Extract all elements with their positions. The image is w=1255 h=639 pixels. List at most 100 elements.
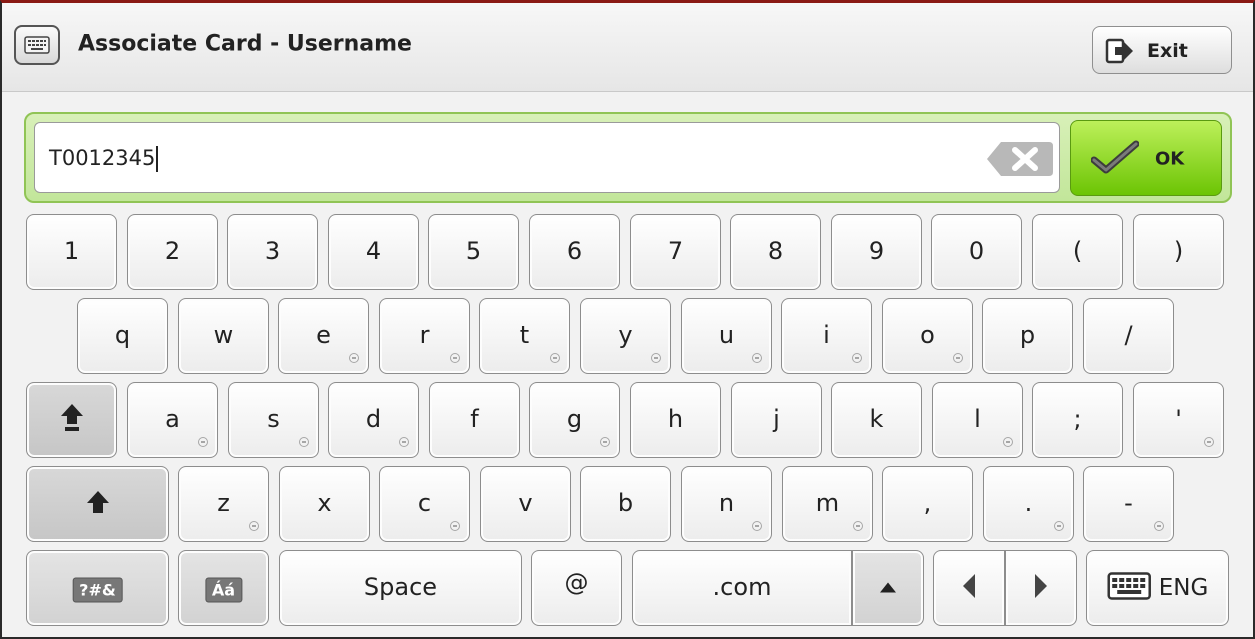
- key-0-5[interactable]: 6: [529, 214, 620, 290]
- key-2-0[interactable]: a: [127, 382, 218, 458]
- key-0-1[interactable]: 2: [127, 214, 218, 290]
- key-3-2[interactable]: c: [379, 466, 470, 542]
- space-key-label: Space: [363, 572, 438, 601]
- exit-button[interactable]: Exit: [1092, 26, 1232, 74]
- key-1-10[interactable]: /: [1083, 298, 1174, 374]
- key-0-9[interactable]: 0: [931, 214, 1022, 290]
- key-0-4[interactable]: 5: [428, 214, 519, 290]
- input-value-text: T0012345: [49, 146, 156, 170]
- key-label: -: [1124, 488, 1133, 517]
- exit-label: Exit: [1147, 40, 1188, 62]
- space-key[interactable]: Space: [279, 550, 522, 626]
- key-0-8[interactable]: 9: [831, 214, 922, 290]
- language-label: ENG: [1158, 575, 1209, 601]
- key-label: ': [1175, 404, 1182, 433]
- accent-indicator-icon: [953, 353, 963, 363]
- right-arrow-key[interactable]: [1005, 550, 1077, 626]
- key-label: p: [1019, 320, 1036, 349]
- left-arrow-icon: [962, 573, 976, 603]
- key-1-0[interactable]: q: [77, 298, 168, 374]
- symbols-key[interactable]: ?#&: [26, 550, 169, 626]
- key-1-3[interactable]: r: [379, 298, 470, 374]
- left-arrow-key[interactable]: [933, 550, 1005, 626]
- key-1-8[interactable]: o: [882, 298, 973, 374]
- key-3-4[interactable]: b: [580, 466, 671, 542]
- key-3-7[interactable]: ,: [882, 466, 973, 542]
- key-3-1[interactable]: x: [279, 466, 370, 542]
- key-0-7[interactable]: 8: [730, 214, 821, 290]
- accent-indicator-icon: [1154, 521, 1164, 531]
- key-2-3[interactable]: f: [429, 382, 520, 458]
- key-1-5[interactable]: y: [580, 298, 671, 374]
- title-bar: Associate Card - Username Exit: [2, 3, 1253, 92]
- key-0-2[interactable]: 3: [227, 214, 318, 290]
- key-label: l: [974, 404, 981, 433]
- username-input[interactable]: T0012345: [34, 122, 1060, 193]
- key-3-0[interactable]: z: [178, 466, 269, 542]
- key-1-9[interactable]: p: [982, 298, 1073, 374]
- key-label: v: [518, 488, 533, 517]
- caps-lock-icon: [60, 402, 84, 438]
- key-2-9[interactable]: ;: [1032, 382, 1123, 458]
- accents-key[interactable]: Áá: [178, 550, 269, 626]
- key-label: h: [667, 404, 684, 433]
- accent-indicator-icon: [450, 353, 460, 363]
- key-0-6[interactable]: 7: [630, 214, 721, 290]
- input-panel: T0012345 OK: [24, 112, 1232, 203]
- language-key[interactable]: ENG: [1086, 550, 1229, 626]
- page-title: Associate Card - Username: [78, 31, 412, 57]
- key-label: i: [823, 320, 830, 349]
- key-2-4[interactable]: g: [529, 382, 620, 458]
- key-label: n: [718, 488, 735, 517]
- key-3-5[interactable]: n: [681, 466, 772, 542]
- key-1-2[interactable]: e: [278, 298, 369, 374]
- shift-key[interactable]: [26, 466, 169, 542]
- ok-button[interactable]: OK: [1070, 120, 1222, 196]
- key-label: u: [718, 320, 735, 349]
- key-label: s: [267, 404, 280, 433]
- key-0-3[interactable]: 4: [328, 214, 419, 290]
- caps-lock-key[interactable]: [26, 382, 117, 458]
- key-0-0[interactable]: 1: [26, 214, 117, 290]
- key-1-7[interactable]: i: [781, 298, 872, 374]
- key-label: q: [114, 320, 131, 349]
- dot-com-key[interactable]: .com: [632, 550, 852, 626]
- accent-indicator-icon: [752, 353, 762, 363]
- right-arrow-icon: [1034, 573, 1048, 603]
- key-2-1[interactable]: s: [228, 382, 319, 458]
- accent-indicator-icon: [853, 521, 863, 531]
- key-0-11[interactable]: ): [1133, 214, 1224, 290]
- accent-indicator-icon: [852, 353, 862, 363]
- key-label: k: [869, 404, 884, 433]
- up-arrow-key[interactable]: [852, 550, 924, 626]
- key-label: x: [317, 488, 332, 517]
- at-key-label: @: [564, 568, 589, 597]
- key-2-7[interactable]: k: [831, 382, 922, 458]
- accent-indicator-icon: [651, 353, 661, 363]
- key-0-10[interactable]: (: [1032, 214, 1123, 290]
- key-3-9[interactable]: -: [1083, 466, 1174, 542]
- at-key[interactable]: @: [531, 550, 622, 626]
- key-3-8[interactable]: .: [983, 466, 1074, 542]
- username-input-value: T0012345: [49, 146, 159, 172]
- key-2-10[interactable]: ': [1133, 382, 1224, 458]
- key-label: e: [316, 320, 331, 349]
- key-2-6[interactable]: j: [731, 382, 822, 458]
- key-1-6[interactable]: u: [681, 298, 772, 374]
- accent-indicator-icon: [450, 521, 460, 531]
- accent-indicator-icon: [1054, 521, 1064, 531]
- key-2-2[interactable]: d: [328, 382, 419, 458]
- key-3-6[interactable]: m: [782, 466, 873, 542]
- accent-indicator-icon: [198, 437, 208, 447]
- key-2-8[interactable]: l: [932, 382, 1023, 458]
- text-caret: [156, 146, 159, 172]
- key-3-3[interactable]: v: [480, 466, 571, 542]
- key-1-4[interactable]: t: [479, 298, 570, 374]
- key-label: ): [1173, 236, 1184, 265]
- key-label: z: [217, 488, 230, 517]
- key-1-1[interactable]: w: [178, 298, 269, 374]
- symbols-key-label: ?#&: [72, 574, 123, 603]
- key-2-5[interactable]: h: [630, 382, 721, 458]
- accent-indicator-icon: [299, 437, 309, 447]
- backspace-icon[interactable]: [985, 140, 1055, 182]
